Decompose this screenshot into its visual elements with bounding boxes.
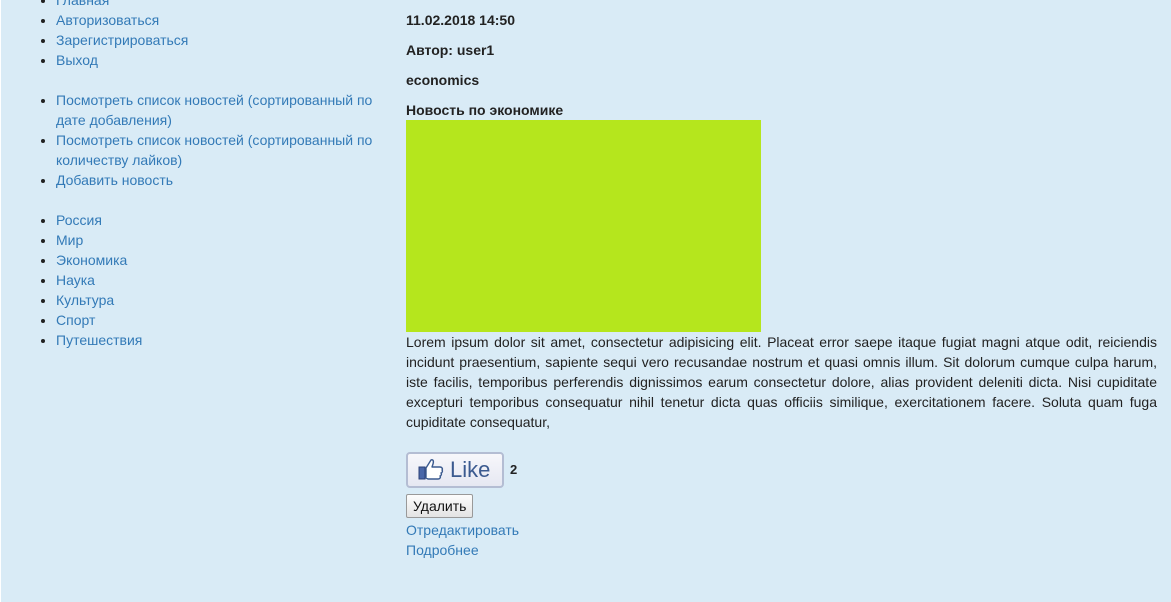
like-button[interactable]: Like xyxy=(406,452,504,488)
edit-link[interactable]: Отредактировать xyxy=(406,520,1157,540)
article-image xyxy=(406,120,761,332)
nav-link-add-news[interactable]: Добавить новость xyxy=(56,172,173,188)
article-body: Lorem ipsum dolor sit amet, consectetur … xyxy=(406,334,1157,430)
nav-link-register[interactable]: Зарегистрироваться xyxy=(56,32,188,48)
category-nav: Россия Мир Экономика Наука Культура Спор… xyxy=(40,210,380,350)
nav-item-home: Главная xyxy=(56,0,380,10)
nav-link-logout[interactable]: Выход xyxy=(56,52,98,68)
category-link-travel[interactable]: Путешествия xyxy=(56,332,142,348)
nav-item-register: Зарегистрироваться xyxy=(56,30,380,50)
page: Главная Авторизоваться Зарегистрироватьс… xyxy=(1,0,1171,602)
category-link-science[interactable]: Наука xyxy=(56,272,95,288)
article-title: Новость по экономике xyxy=(406,102,564,118)
nav-link-news-by-likes[interactable]: Посмотреть список новостей (сортированны… xyxy=(56,132,372,168)
nav-link-home[interactable]: Главная xyxy=(56,0,109,8)
news-article: 11.02.2018 14:50 Автор: user1 economics … xyxy=(406,10,1157,560)
like-label: Like xyxy=(450,457,491,482)
sidebar: Главная Авторизоваться Зарегистрироватьс… xyxy=(40,0,380,350)
nav-item-news-by-date: Посмотреть список новостей (сортированны… xyxy=(56,90,380,130)
category-item: Мир xyxy=(56,230,380,250)
article-category: economics xyxy=(406,72,480,88)
category-link-sport[interactable]: Спорт xyxy=(56,312,95,328)
delete-button[interactable]: Удалить xyxy=(406,494,474,518)
category-item: Спорт xyxy=(56,310,380,330)
like-count: 2 xyxy=(510,462,518,477)
news-nav: Посмотреть список новостей (сортированны… xyxy=(40,90,380,190)
nav-item-login: Авторизоваться xyxy=(56,10,380,30)
category-item: Культура xyxy=(56,290,380,310)
nav-item-logout: Выход xyxy=(56,50,380,70)
more-link[interactable]: Подробнее xyxy=(406,540,1157,560)
like-row: Like 2 xyxy=(406,452,1157,492)
category-link-culture[interactable]: Культура xyxy=(56,292,114,308)
thumbs-up-icon xyxy=(418,458,444,483)
article-author: Автор: user1 xyxy=(406,42,495,58)
category-link-russia[interactable]: Россия xyxy=(56,212,102,228)
category-item: Путешествия xyxy=(56,330,380,350)
nav-link-news-by-date[interactable]: Посмотреть список новостей (сортированны… xyxy=(56,92,372,128)
category-item: Наука xyxy=(56,270,380,290)
category-link-world[interactable]: Мир xyxy=(56,232,83,248)
category-item: Экономика xyxy=(56,250,380,270)
main-nav: Главная Авторизоваться Зарегистрироватьс… xyxy=(40,0,380,70)
nav-item-add-news: Добавить новость xyxy=(56,170,380,190)
nav-link-login[interactable]: Авторизоваться xyxy=(56,12,159,28)
category-link-economics[interactable]: Экономика xyxy=(56,252,127,268)
category-item: Россия xyxy=(56,210,380,230)
nav-item-news-by-likes: Посмотреть список новостей (сортированны… xyxy=(56,130,380,170)
article-datetime: 11.02.2018 14:50 xyxy=(406,12,515,28)
